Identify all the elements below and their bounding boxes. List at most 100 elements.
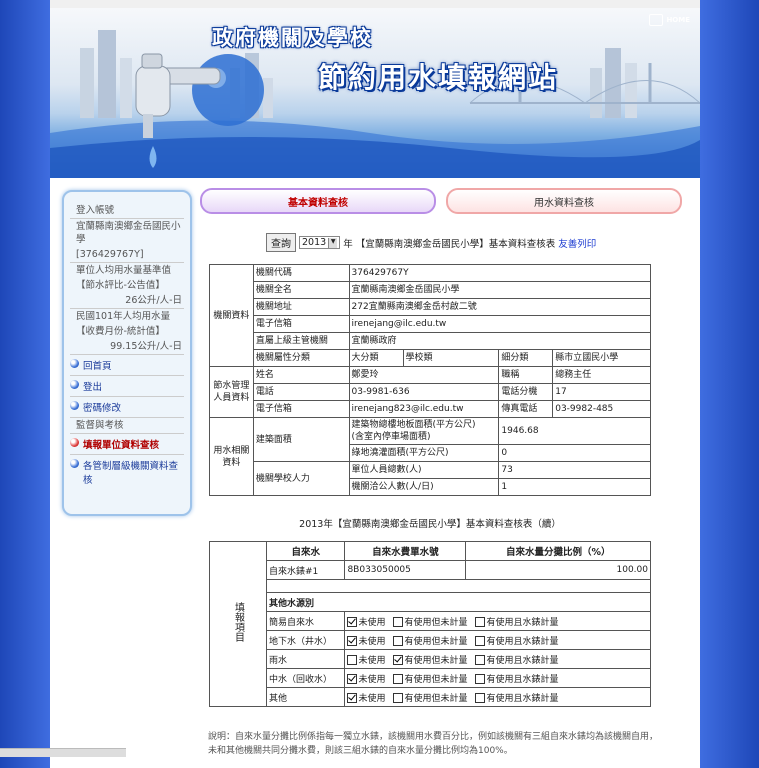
option-label: 未使用 (358, 617, 386, 628)
option-used-metered[interactable]: 有使用且水錶計量 (475, 653, 559, 666)
city-building (98, 30, 116, 118)
row-label: 傳真電話 (498, 400, 554, 418)
checkbox[interactable] (475, 617, 486, 627)
table-row: 用水相關資料 建築面積 建築物總樓地板面積(平方公尺) (含室內停車場面積) 19… (209, 417, 651, 496)
checkbox[interactable] (475, 693, 486, 703)
checkbox[interactable] (475, 674, 486, 684)
table-row: 機關地址 272宜蘭縣南澳鄉金岳村啟二號 (210, 298, 652, 316)
city-building (625, 63, 637, 118)
table-row: 其他 未使用 有使用但未計量 有使用且水錶計量 (210, 687, 651, 707)
query-bar: 查詢 2013 ▼ 年 【宜蘭縣南澳鄉金岳國民小學】基本資料查核表 友善列印 (266, 233, 596, 252)
sidebar-item-label: 回首頁 (83, 361, 112, 372)
option-used-no-meter[interactable]: 有使用但未計量 (393, 691, 467, 704)
sidebar-item-password[interactable]: 密碼修改 (70, 397, 184, 418)
checkbox[interactable] (475, 636, 486, 646)
checkbox[interactable] (347, 693, 358, 703)
option-unused[interactable]: 未使用 (347, 653, 385, 666)
option-used-no-meter[interactable]: 有使用但未計量 (393, 615, 467, 628)
sidebar-item-logout[interactable]: 登出 (70, 376, 184, 397)
table-row: 電子信箱 irenejang@ilc.edu.tw (210, 315, 652, 333)
checkbox[interactable] (393, 636, 404, 646)
row-value: 73 (498, 461, 651, 479)
checkbox[interactable] (393, 655, 404, 665)
year-suffix: 年 (343, 238, 353, 250)
city-building (80, 48, 94, 118)
sidebar-item-unit-check[interactable]: 填報單位資料查核 (70, 434, 184, 455)
option-used-metered[interactable]: 有使用且水錶計量 (475, 672, 559, 685)
option-unused[interactable]: 未使用 (347, 691, 385, 704)
table-row: 機關資料 機關代碼 376429767Y (209, 264, 652, 367)
usage-label-2: 【收費月份-統計值】 (76, 326, 165, 337)
tab-basic-data[interactable]: 基本資料查核 (200, 188, 436, 214)
row-label: 建築面積 (252, 417, 350, 462)
checkbox[interactable] (393, 617, 404, 627)
table-row: 機關全名 宜蘭縣南澳鄉金岳國民小學 (210, 281, 652, 299)
usage-label-1: 民國101年人均用水量 (70, 308, 184, 324)
std-label-1: 單位人均用水量基準值 (70, 262, 184, 278)
std-label-2: 【節水評比-公告值】 (76, 280, 165, 291)
header-pct: 自來水量分攤比例（%） (465, 541, 651, 561)
row-label: 電話分機 (498, 383, 554, 401)
tab-water-data[interactable]: 用水資料查核 (446, 188, 682, 214)
option-used-metered[interactable]: 有使用且水錶計量 (475, 691, 559, 704)
meter-name: 自來水錶#1 (265, 560, 346, 580)
option-used-no-meter[interactable]: 有使用但未計量 (393, 672, 467, 685)
sidebar-item-label: 各管制層級機關資料查核 (83, 461, 179, 486)
row-value: irenejang823@ilc.edu.tw (348, 400, 500, 418)
row-value: 鄭愛玲 (348, 366, 500, 384)
side-label-text: 填報項目 (232, 601, 244, 642)
cat-water-related: 用水相關資料 (209, 417, 254, 496)
option-unused[interactable]: 未使用 (347, 615, 385, 628)
table-row: 直屬上級主管機關 宜蘭縣政府 (210, 332, 652, 350)
option-used-no-meter[interactable]: 有使用但未計量 (393, 634, 467, 647)
cat-org: 機關資料 (209, 264, 254, 367)
sidebar-section: 監督與考核 (70, 418, 184, 434)
option-label: 未使用 (358, 655, 386, 666)
source-options: 未使用 有使用但未計量 有使用且水錶計量 (344, 611, 651, 631)
std-value: 26公升/人-日 (125, 295, 182, 306)
usage-value: 99.15公升/人-日 (110, 341, 182, 352)
checkbox[interactable] (347, 636, 358, 646)
option-unused[interactable]: 未使用 (347, 672, 385, 685)
bullet-icon (70, 459, 79, 468)
sidebar: 登入帳號 宜蘭縣南澳鄉金岳國民小學 [376429767Y] 單位人均用水量基準… (62, 190, 192, 516)
option-used-metered[interactable]: 有使用且水錶計量 (475, 634, 559, 647)
row-value: 03-9981-636 (348, 383, 500, 401)
checkbox[interactable] (393, 674, 404, 684)
row-label: 機關地址 (252, 298, 350, 316)
source-name: 地下水（井水） (265, 630, 346, 650)
chevron-down-icon: ▼ (328, 237, 338, 248)
sidebar-item-agency-check[interactable]: 各管制層級機關資料查核 (70, 455, 184, 489)
site-title-line1: 政府機關及學校 (212, 26, 373, 50)
option-used-metered[interactable]: 有使用且水錶計量 (475, 615, 559, 628)
side-label: 填報項目 (209, 541, 267, 707)
horizontal-scrollbar[interactable] (0, 748, 126, 757)
checkbox[interactable] (475, 655, 486, 665)
print-link[interactable]: 友善列印 (558, 236, 596, 250)
option-label: 未使用 (358, 636, 386, 647)
table-row: 機關屬性分類 大分類 學校類 細分類 縣市立國民小學 (210, 349, 651, 367)
home-link[interactable]: HOME (649, 14, 690, 26)
meter-no: 8B033050005 (344, 560, 467, 580)
row-label: 姓名 (252, 366, 350, 384)
water-source-table: 填報項目 自來水 自來水費單水號 自來水量分攤比例（%） 自來水錶#1 8B03… (209, 541, 651, 707)
source-options: 未使用 有使用但未計量 有使用且水錶計量 (344, 687, 651, 707)
option-used-no-meter[interactable]: 有使用但未計量 (393, 653, 467, 666)
query-button[interactable]: 查詢 (266, 233, 296, 252)
option-label: 有使用但未計量 (404, 674, 468, 685)
year-select[interactable]: 2013 ▼ (299, 236, 341, 249)
table-row: 電子信箱 irenejang823@ilc.edu.tw 傳真電話 03-998… (210, 400, 651, 418)
row-value: 縣市立國民小學 (552, 349, 651, 367)
checkbox[interactable] (347, 674, 358, 684)
sidebar-item-home[interactable]: 回首頁 (70, 354, 184, 376)
option-label: 有使用但未計量 (404, 636, 468, 647)
row-value: 宜蘭縣南澳鄉金岳國民小學 (348, 281, 652, 299)
row-label: 建築物總樓地板面積(平方公尺) (含室內停車場面積) (348, 417, 500, 445)
table-row: 中水（回收水） 未使用 有使用但未計量 有使用且水錶計量 (210, 668, 651, 688)
option-unused[interactable]: 未使用 (347, 634, 385, 647)
explanation-note: 說明：自來水量分攤比例係指每一獨立水錶，該機關用水費百分比，例如該機關有三組自來… (208, 732, 659, 756)
checkbox[interactable] (347, 655, 358, 665)
checkbox[interactable] (347, 617, 358, 627)
source-name: 中水（回收水） (265, 668, 346, 688)
checkbox[interactable] (393, 693, 404, 703)
